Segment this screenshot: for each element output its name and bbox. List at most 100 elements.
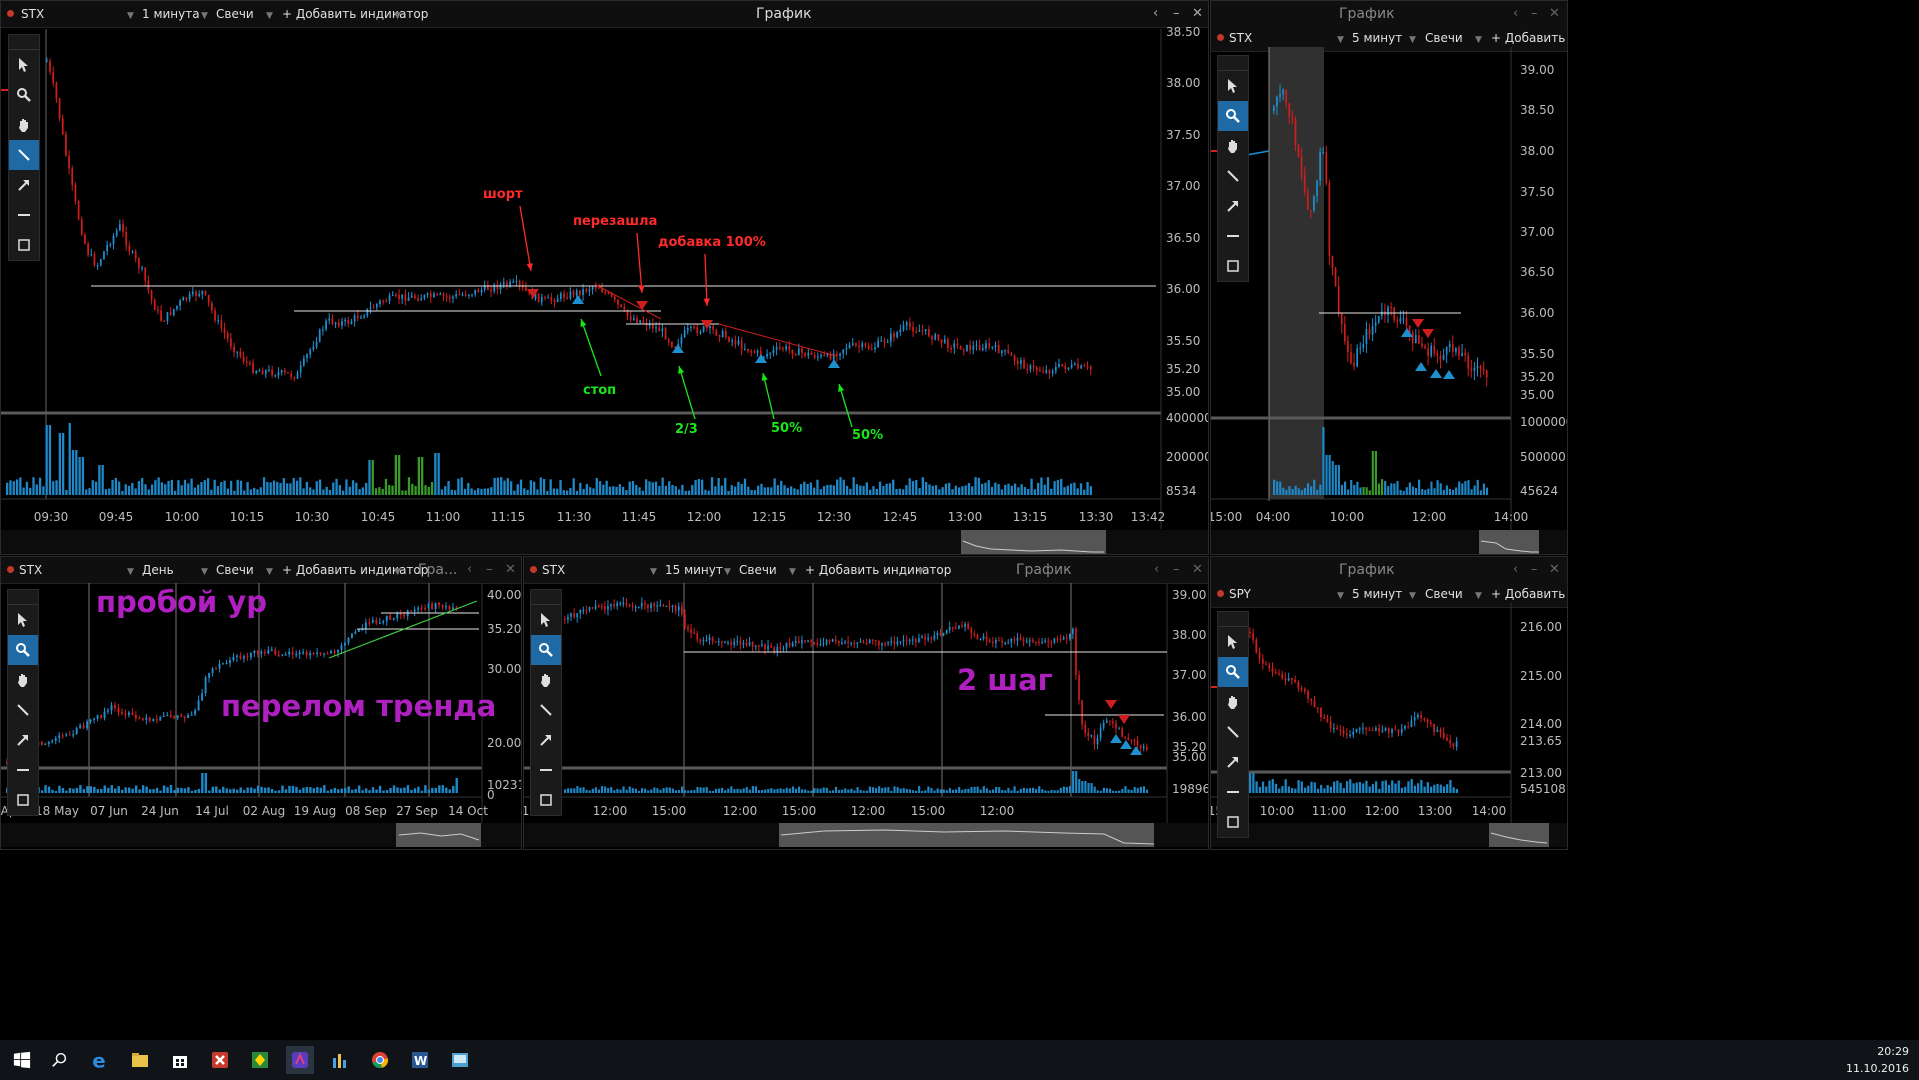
volume-bar xyxy=(1414,487,1418,495)
store-icon[interactable] xyxy=(166,1046,194,1074)
pan-tool-icon[interactable] xyxy=(9,110,39,140)
arrow-tool-icon[interactable] xyxy=(9,170,39,200)
bm-candle xyxy=(668,605,671,608)
word-icon[interactable]: W xyxy=(406,1046,434,1074)
volume-bar xyxy=(1017,487,1020,495)
bottom-right-chart-svg[interactable]: 216.00215.00214.00213.65213.0054510815:3… xyxy=(1211,557,1568,850)
main-candle xyxy=(439,293,442,296)
app3-icon[interactable] xyxy=(286,1046,314,1074)
rt-candle xyxy=(1451,344,1454,352)
volume-bar xyxy=(845,485,849,495)
bm-candle xyxy=(567,616,569,620)
volume-bar xyxy=(259,487,262,495)
rect-tool-icon[interactable] xyxy=(9,230,39,260)
line-tool-icon[interactable] xyxy=(9,140,39,170)
rect-tool-icon[interactable] xyxy=(8,785,38,815)
right-top-chart-svg[interactable]: 39.0038.5038.0037.5037.0036.5036.0035.50… xyxy=(1211,1,1568,555)
main-candle xyxy=(686,327,689,331)
line-tool-icon[interactable] xyxy=(1218,717,1248,747)
pan-tool-icon[interactable] xyxy=(1218,687,1248,717)
explorer-icon[interactable] xyxy=(126,1046,154,1074)
volume-bar xyxy=(1261,781,1265,793)
taskbar-clock[interactable]: 20:29 11.10.2016 xyxy=(1846,1043,1909,1077)
bm-candle xyxy=(964,623,966,627)
volume-bar xyxy=(714,486,717,495)
app2-icon[interactable] xyxy=(246,1046,274,1074)
zoom-tool-icon[interactable] xyxy=(8,635,38,665)
rect-tool-icon[interactable] xyxy=(531,785,561,815)
bottom-mid-chart-svg[interactable]: 39.0038.0037.0036.0035.2035.0019896915:0… xyxy=(524,557,1209,850)
hline-tool-icon[interactable] xyxy=(1218,221,1248,251)
toolbar-grip[interactable] xyxy=(1218,56,1248,71)
zoom-tool-icon[interactable] xyxy=(9,80,39,110)
volume-bar xyxy=(859,485,862,495)
toolbar-grip[interactable] xyxy=(9,35,39,50)
chart-app-icon[interactable] xyxy=(326,1046,354,1074)
volume-bar xyxy=(770,788,773,793)
volume-bar xyxy=(1001,789,1004,793)
cursor-tool-icon[interactable] xyxy=(1218,71,1248,101)
bm-candle xyxy=(982,636,985,639)
main-chart-svg[interactable]: 38.5038.0037.5037.0036.5036.0035.5035.20… xyxy=(1,1,1209,555)
toolbar-grip[interactable] xyxy=(531,590,561,605)
volume-bar xyxy=(819,788,822,793)
line-tool-icon[interactable] xyxy=(1218,161,1248,191)
toolbar-grip[interactable] xyxy=(8,590,38,605)
arrow-tool-icon[interactable] xyxy=(1218,747,1248,777)
br-candle xyxy=(1420,714,1423,719)
main-candle xyxy=(274,375,277,377)
cursor-tool-icon[interactable] xyxy=(531,605,561,635)
annotation-arrowhead xyxy=(703,298,710,306)
pan-tool-icon[interactable] xyxy=(531,665,561,695)
bm-candle xyxy=(1130,739,1133,742)
volume-bar xyxy=(335,478,338,495)
volume-bar xyxy=(424,485,427,495)
line-tool-icon[interactable] xyxy=(531,695,561,725)
rect-tool-icon[interactable] xyxy=(1218,251,1248,281)
zoom-tool-icon[interactable] xyxy=(1218,657,1248,687)
zoom-tool-icon[interactable] xyxy=(1218,101,1248,131)
main-candle xyxy=(255,371,258,374)
main-candle xyxy=(816,356,819,358)
toolbar-grip[interactable] xyxy=(1218,612,1248,627)
app-icon[interactable] xyxy=(206,1046,234,1074)
volume-bar xyxy=(631,788,634,793)
zoom-tool-icon[interactable] xyxy=(531,635,561,665)
volume-bar xyxy=(1084,781,1087,793)
volume-bar xyxy=(208,790,211,793)
hline-tool-icon[interactable] xyxy=(1218,777,1248,807)
rect-tool-icon[interactable] xyxy=(1218,807,1248,837)
main-candle xyxy=(80,219,83,235)
hline-tool-icon[interactable] xyxy=(9,200,39,230)
cursor-tool-icon[interactable] xyxy=(1218,627,1248,657)
volume-bar xyxy=(282,478,285,495)
arrow-tool-icon[interactable] xyxy=(531,725,561,755)
pan-tool-icon[interactable] xyxy=(1218,131,1248,161)
volume-bar xyxy=(190,790,194,793)
bm-candle xyxy=(696,633,699,640)
main-candle xyxy=(867,345,870,349)
arrow-tool-icon[interactable] xyxy=(8,725,38,755)
bm-candle xyxy=(625,602,628,605)
y-tick-label: 37.00 xyxy=(1520,225,1554,239)
hline-tool-icon[interactable] xyxy=(8,755,38,785)
hline-tool-icon[interactable] xyxy=(531,755,561,785)
windows-icon[interactable] xyxy=(8,1046,36,1074)
bm-candle xyxy=(1028,640,1031,642)
pan-tool-icon[interactable] xyxy=(8,665,38,695)
search-icon[interactable] xyxy=(46,1046,74,1074)
x-tick-label: 12:00 xyxy=(1365,804,1400,818)
volume-bar xyxy=(337,789,340,793)
app4-icon[interactable] xyxy=(446,1046,474,1074)
volume-bar xyxy=(1023,487,1027,495)
cursor-tool-icon[interactable] xyxy=(8,605,38,635)
annotation-arrowhead xyxy=(838,384,845,392)
arrow-tool-icon[interactable] xyxy=(1218,191,1248,221)
cursor-tool-icon[interactable] xyxy=(9,50,39,80)
chrome-icon[interactable] xyxy=(366,1046,394,1074)
edge-icon[interactable]: e xyxy=(86,1046,114,1074)
line-tool-icon[interactable] xyxy=(8,695,38,725)
volume-bar xyxy=(1433,488,1436,495)
annotation-arrow xyxy=(636,232,643,294)
main-chart-panel: STX ▼ 1 минута ▼ Свечи ▼ + Добавить инди… xyxy=(0,0,1209,555)
